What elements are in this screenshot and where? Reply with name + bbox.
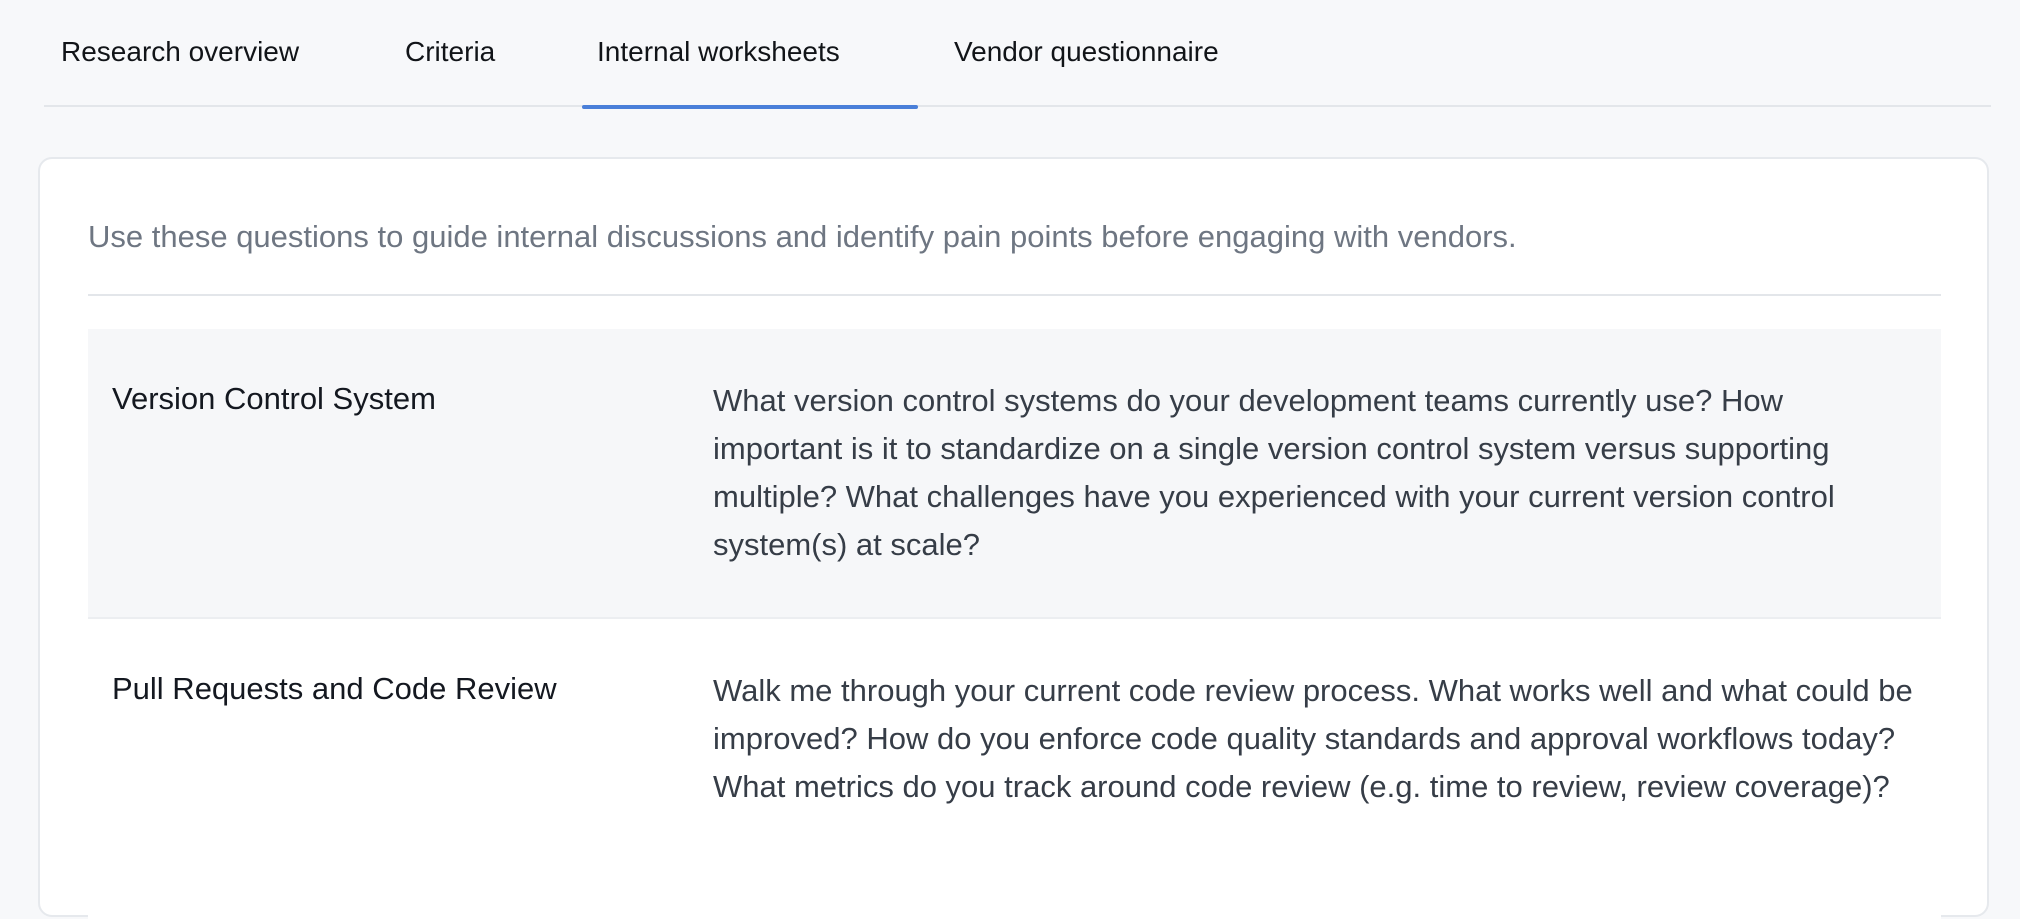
worksheet-row: Pull Requests and Code Review Walk me th… bbox=[88, 619, 1941, 919]
worksheet-intro: Use these questions to guide internal di… bbox=[88, 219, 1517, 254]
worksheet-row-question: What version control systems do your dev… bbox=[713, 383, 1835, 562]
tab-bar: Research overview Criteria Internal work… bbox=[44, 0, 1991, 109]
tab-research-overview[interactable]: Research overview bbox=[61, 0, 299, 107]
tab-criteria[interactable]: Criteria bbox=[405, 0, 495, 107]
worksheet-row-title: Version Control System bbox=[112, 381, 436, 416]
tab-vendor-questionnaire[interactable]: Vendor questionnaire bbox=[954, 0, 1219, 107]
worksheet-card: Use these questions to guide internal di… bbox=[38, 157, 1989, 919]
worksheet-row-title: Pull Requests and Code Review bbox=[112, 671, 557, 706]
divider bbox=[88, 294, 1941, 296]
tab-internal-worksheets[interactable]: Internal worksheets bbox=[582, 0, 918, 109]
worksheet-row-question: Walk me through your current code review… bbox=[713, 673, 1913, 804]
worksheet-row: Version Control System What version cont… bbox=[88, 329, 1941, 619]
